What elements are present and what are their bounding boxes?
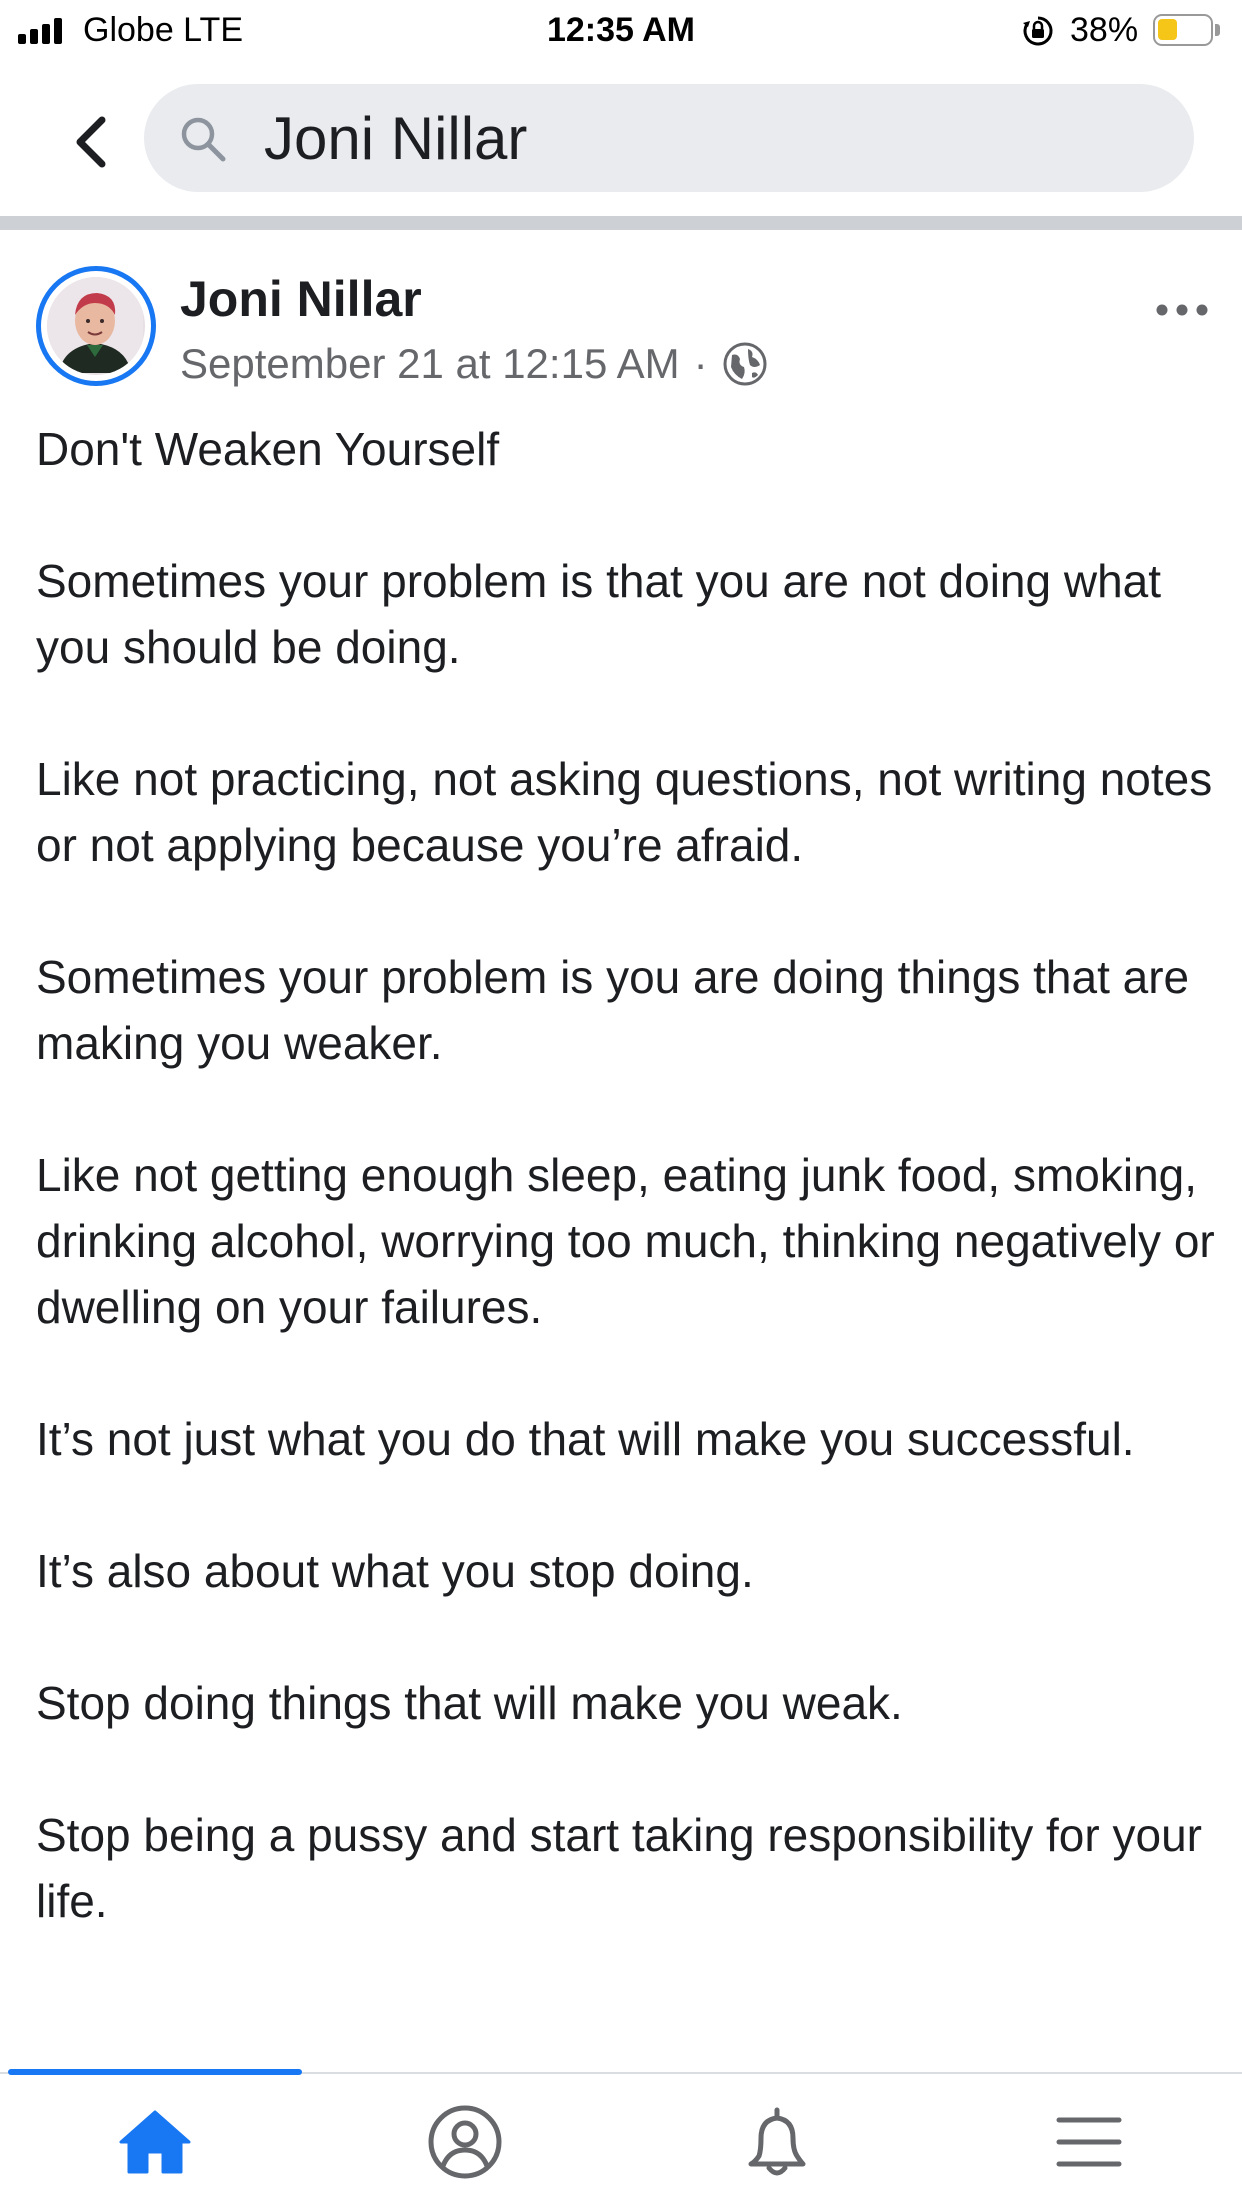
post-paragraph: It’s not just what you do that will make… — [36, 1413, 1135, 1465]
search-header: Joni Nillar — [0, 60, 1242, 218]
tab-home[interactable] — [110, 2100, 200, 2184]
home-icon — [119, 2110, 191, 2174]
menu-icon — [1056, 2117, 1122, 2167]
avatar[interactable] — [36, 266, 156, 386]
post-body: Don't Weaken Yourself Sometimes your pro… — [36, 416, 1216, 1934]
post-paragraph: Stop doing things that will make you wea… — [36, 1677, 903, 1729]
more-options-button[interactable] — [1152, 290, 1212, 330]
bell-icon — [748, 2107, 806, 2176]
post-meta: September 21 at 12:15 AM · — [180, 340, 768, 388]
tab-notifications[interactable] — [732, 2100, 822, 2184]
battery-percent: 38% — [1070, 11, 1139, 49]
profile-icon — [428, 2105, 502, 2179]
globe-icon — [723, 342, 767, 386]
header-divider — [0, 216, 1242, 230]
post-paragraph: Sometimes your problem is you are doing … — [36, 951, 1190, 1069]
rotation-lock-icon — [1023, 16, 1053, 46]
battery-icon — [1153, 14, 1213, 46]
post-paragraph: Like not practicing, not asking question… — [36, 753, 1213, 871]
post-timestamp[interactable]: September 21 at 12:15 AM — [180, 340, 680, 388]
bottom-tab-bar — [0, 2069, 1242, 2208]
tab-menu[interactable] — [1044, 2100, 1134, 2184]
avatar-portrait — [47, 277, 143, 373]
app: Globe LTE 12:35 AM 38% Joni Nillar Joni … — [0, 0, 1242, 2208]
active-tab-indicator — [8, 2069, 302, 2075]
meta-separator: · — [693, 340, 708, 387]
search-icon — [181, 117, 226, 162]
avatar-photo — [47, 277, 145, 375]
back-button[interactable] — [64, 112, 124, 172]
post-paragraph: It’s also about what you stop doing. — [36, 1545, 754, 1597]
search-bar[interactable]: Joni Nillar — [144, 84, 1194, 192]
battery-tip — [1215, 24, 1220, 36]
post-author-name[interactable]: Joni Nillar — [180, 270, 422, 328]
status-bar: Globe LTE 12:35 AM 38% — [0, 0, 1242, 60]
search-input[interactable]: Joni Nillar — [264, 104, 527, 174]
post-paragraph: Stop being a pussy and start taking resp… — [36, 1809, 1202, 1927]
status-time: 12:35 AM — [546, 11, 696, 49]
post-paragraph: Sometimes your problem is that you are n… — [36, 555, 1162, 673]
post-paragraph: Don't Weaken Yourself — [36, 423, 500, 475]
tab-profile[interactable] — [420, 2100, 510, 2184]
battery-level-fill — [1158, 19, 1177, 40]
post-paragraph: Like not getting enough sleep, eating ju… — [36, 1149, 1215, 1333]
